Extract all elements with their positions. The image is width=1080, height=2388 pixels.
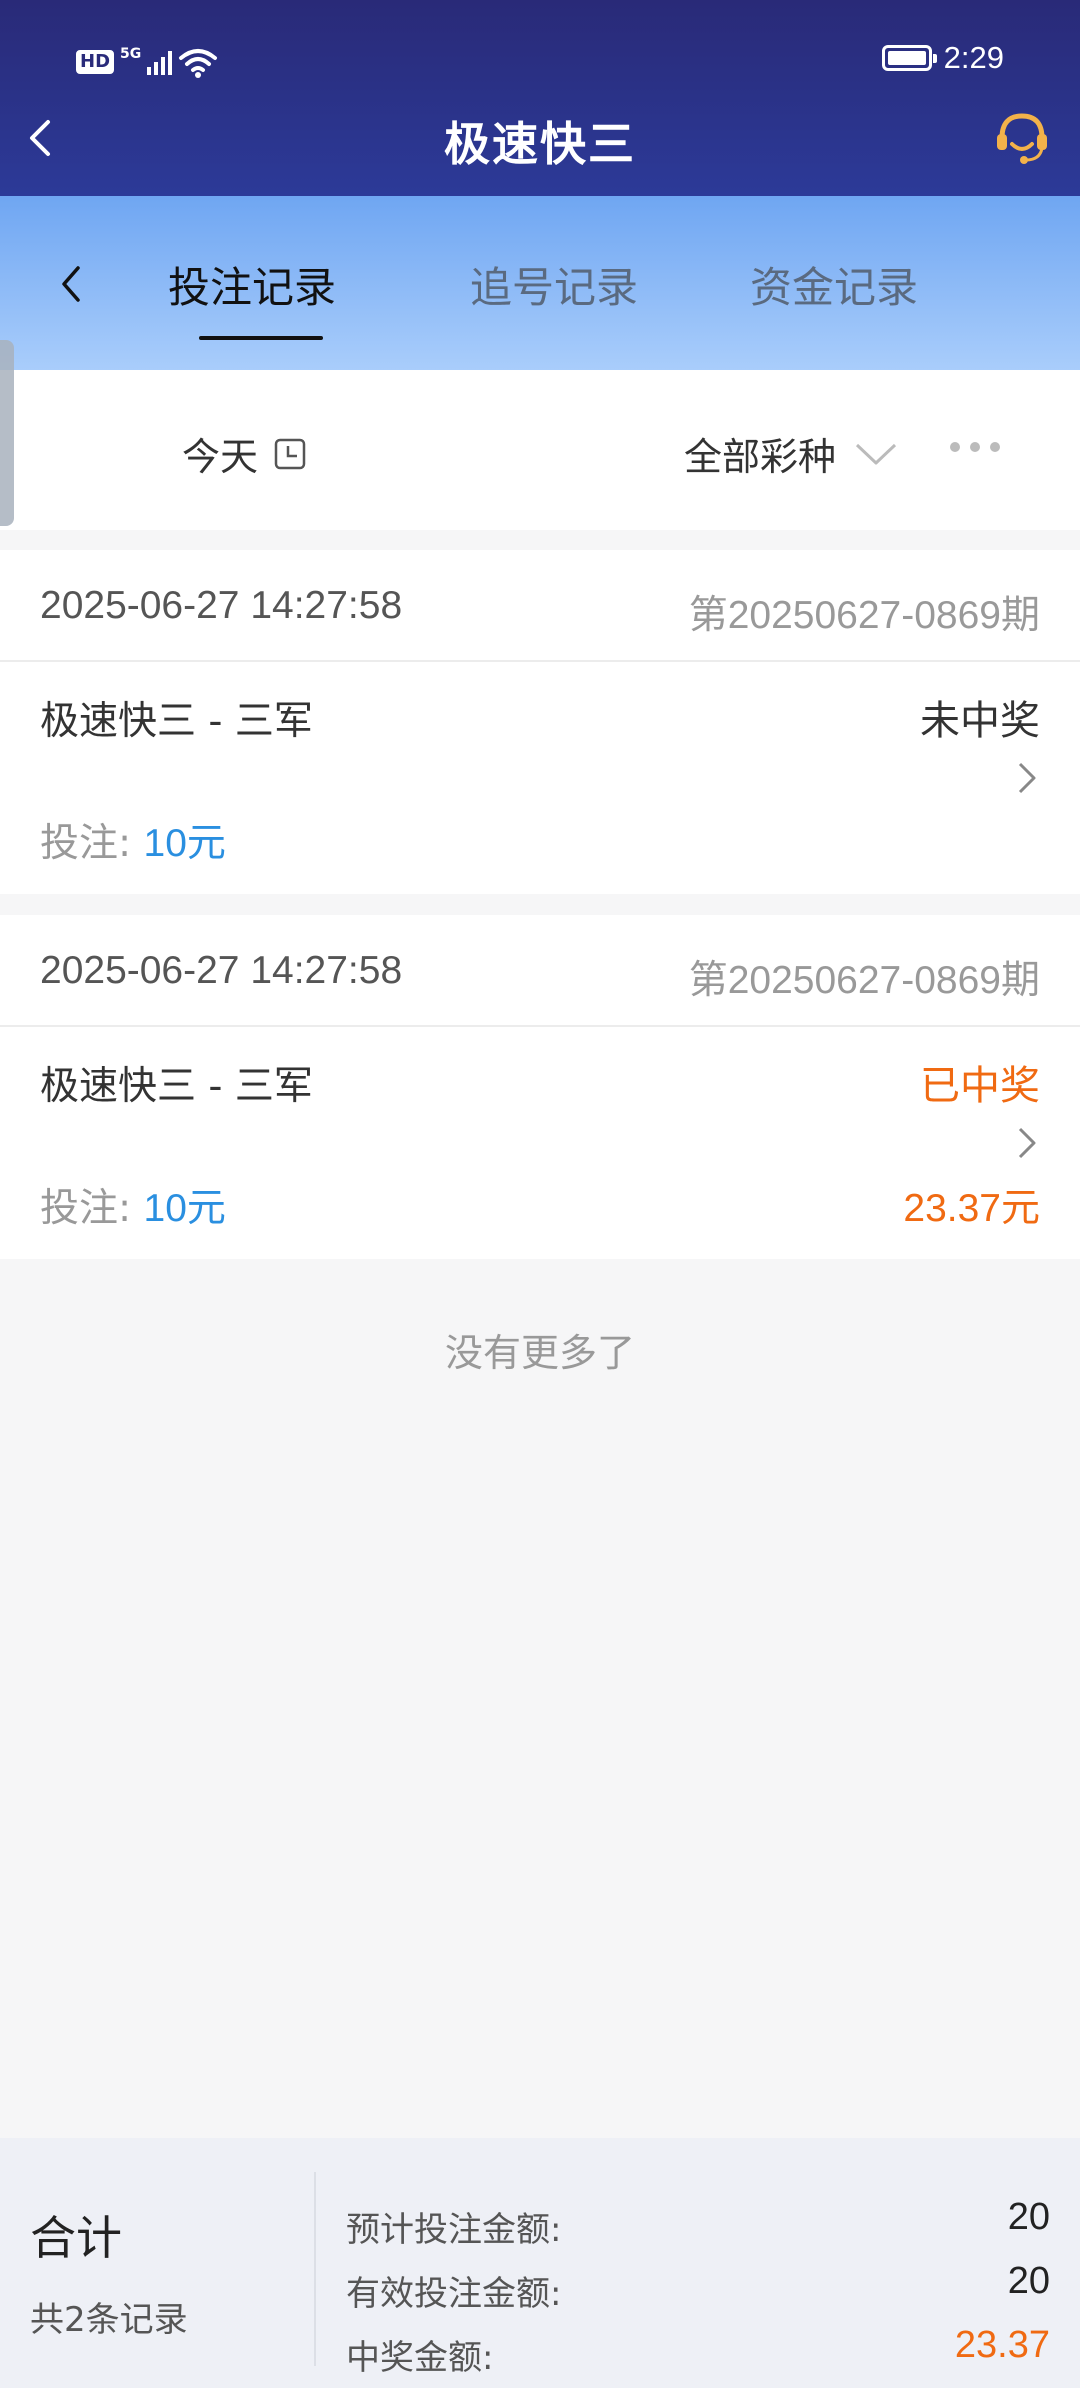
chevron-right-icon[interactable] xyxy=(1016,760,1038,796)
no-more-text: 没有更多了 xyxy=(444,1331,635,1375)
more-options-icon[interactable] xyxy=(950,442,1000,452)
record-status: 未中奖 xyxy=(920,698,1040,744)
record-bet: 投注: 10元 xyxy=(40,812,226,868)
chevron-down-icon xyxy=(855,443,897,464)
status-left: HD 5G xyxy=(76,46,218,78)
record-header: 2025-06-27 14:27:58 第20250627-0869期 xyxy=(0,550,1080,662)
summary-footer: 合计 共2条记录 预计投注金额: 20 有效投注金额: 20 中奖金额: 23.… xyxy=(0,2138,1080,2388)
valid-bet-value: 20 xyxy=(1007,2260,1050,2302)
page-title: 极速快三 xyxy=(444,117,636,171)
bet-label: 投注: xyxy=(40,821,144,866)
date-filter-label: 今天 xyxy=(182,435,259,479)
record-datetime: 2025-06-27 14:27:58 xyxy=(40,949,403,992)
customer-service-icon[interactable] xyxy=(992,108,1052,168)
record-status: 已中奖 xyxy=(920,1063,1040,1109)
signal-icon xyxy=(147,49,173,75)
record-header: 2025-06-27 14:27:58 第20250627-0869期 xyxy=(0,915,1080,1027)
chevron-right-icon[interactable] xyxy=(1016,1125,1038,1161)
valid-bet-label: 有效投注金额: xyxy=(346,2274,562,2314)
side-drawer-handle[interactable] xyxy=(0,340,14,526)
summary-count: 共2条记录 xyxy=(30,2300,188,2340)
filter-bar: 今天 全部彩种 xyxy=(0,370,1080,530)
bet-amount: 10元 xyxy=(143,822,226,865)
chevron-left-icon[interactable] xyxy=(56,260,86,308)
clock-icon xyxy=(274,438,306,469)
tab-chase-records[interactable]: 追号记录 xyxy=(470,254,638,315)
status-bar: HD 5G 2:29 xyxy=(0,40,1080,88)
expected-bet-row: 预计投注金额: 20 xyxy=(346,2196,1050,2252)
prize-value: 23.37 xyxy=(954,2324,1050,2366)
record-prize: 23.37元 xyxy=(903,1187,1040,1230)
record-card[interactable]: 2025-06-27 14:27:58 第20250627-0869期 极速快三… xyxy=(0,550,1080,894)
tab-bet-records[interactable]: 投注记录 xyxy=(168,254,336,315)
battery-icon xyxy=(881,45,937,71)
expected-bet-label: 预计投注金额: xyxy=(346,2210,562,2250)
summary-divider xyxy=(314,2172,316,2366)
status-time: 2:29 xyxy=(943,40,1004,75)
hd-icon: HD xyxy=(76,50,115,74)
expected-bet-value: 20 xyxy=(1007,2196,1050,2238)
record-body: 极速快三 - 三军 未中奖 投注: 10元 xyxy=(0,662,1080,894)
record-datetime: 2025-06-27 14:27:58 xyxy=(40,584,403,627)
record-game: 极速快三 - 三军 xyxy=(40,699,313,744)
record-game: 极速快三 - 三军 xyxy=(40,1064,313,1109)
status-right: 2:29 xyxy=(881,40,1004,76)
summary-title: 合计 xyxy=(30,2211,122,2265)
prize-row: 中奖金额: 23.37 xyxy=(346,2324,1050,2380)
record-body: 极速快三 - 三军 已中奖 投注: 10元 23.37元 xyxy=(0,1027,1080,1259)
bet-amount: 10元 xyxy=(143,1187,226,1230)
record-card[interactable]: 2025-06-27 14:27:58 第20250627-0869期 极速快三… xyxy=(0,915,1080,1259)
record-bet: 投注: 10元 xyxy=(40,1177,226,1233)
record-issue: 第20250627-0869期 xyxy=(688,959,1040,1002)
active-tab-indicator xyxy=(199,336,323,340)
bet-label: 投注: xyxy=(40,1186,144,1231)
5g-indicator: 5G xyxy=(120,46,142,62)
lottery-type-label: 全部彩种 xyxy=(684,435,837,479)
record-issue: 第20250627-0869期 xyxy=(688,594,1040,637)
tab-bar: 投注记录 追号记录 资金记录 xyxy=(0,196,1080,370)
app-header: HD 5G 2:29 极速快三 xyxy=(0,0,1080,196)
tab-fund-records[interactable]: 资金记录 xyxy=(750,254,918,315)
lottery-type-filter[interactable]: 全部彩种 xyxy=(684,426,898,481)
prize-label: 中奖金额: xyxy=(346,2338,494,2378)
wifi-icon xyxy=(179,49,218,78)
valid-bet-row: 有效投注金额: 20 xyxy=(346,2260,1050,2316)
date-filter[interactable]: 今天 xyxy=(182,426,306,481)
